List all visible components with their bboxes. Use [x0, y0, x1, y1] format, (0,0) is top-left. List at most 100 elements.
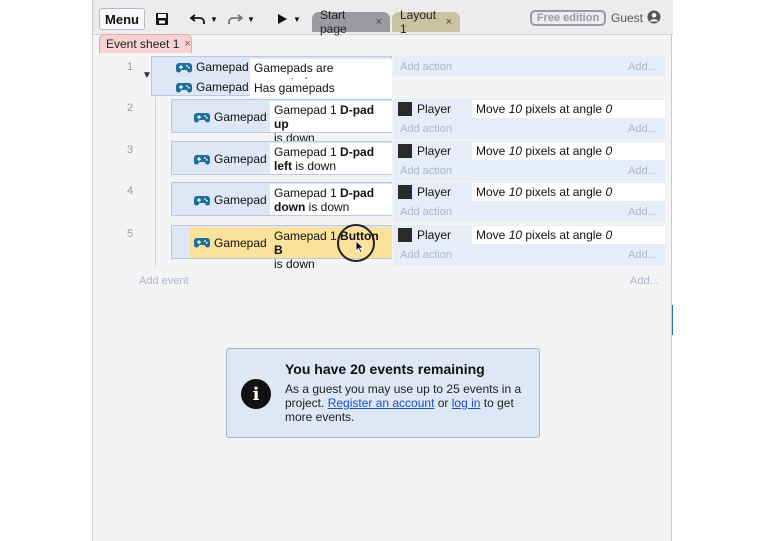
object-name: Gamepad [214, 193, 267, 207]
condition-object[interactable]: Gamepad [194, 193, 267, 207]
add-action-link[interactable]: Add action [400, 249, 452, 261]
condition-object[interactable]: Gamepad [176, 80, 249, 94]
action-pre: Move [476, 228, 509, 242]
notice-body: As a guest you may use up to 25 events i… [285, 382, 533, 424]
event-2-conditions[interactable]: Gamepad Gamepad 1 D-pad up is down [171, 99, 392, 145]
object-name: Player [417, 102, 452, 116]
event-3-conditions[interactable]: Gamepad Gamepad 1 D-pad left is down [171, 141, 392, 175]
main-toolbar: Menu ▼ ▼ ▼ Start page × Layout 1 × Free … [93, 0, 673, 36]
add-action-link[interactable]: Add action [400, 165, 452, 177]
condition-pre: Gamepad 1 [274, 186, 341, 200]
add-action-link[interactable]: Add action [400, 123, 452, 135]
action-mid: pixels at angle [522, 102, 606, 116]
event-number: 4 [127, 185, 134, 197]
register-link[interactable]: Register an account [328, 396, 435, 410]
user-label[interactable]: Guest [611, 11, 643, 25]
condition-bold: D-pad [340, 186, 375, 200]
condition-object[interactable]: Gamepad [190, 227, 269, 258]
redo-dropdown-icon[interactable]: ▼ [247, 8, 255, 30]
player-sprite-icon [398, 102, 412, 116]
condition-bold: down [274, 200, 306, 214]
action-pre: Move [476, 102, 509, 116]
gamepad-icon [194, 112, 210, 122]
action-object[interactable]: Player [398, 185, 451, 199]
condition-text[interactable]: Gamepad 1 D-pad up is down [270, 101, 392, 145]
tab-event-sheet-1[interactable]: Event sheet 1 × [99, 34, 192, 53]
add-action-link[interactable]: Add action [400, 206, 452, 218]
add-right-link[interactable]: Add... [628, 249, 657, 261]
action-mid: pixels at angle [522, 228, 606, 242]
event-number: 5 [127, 228, 134, 240]
gamepad-icon [194, 154, 210, 164]
add-right-link[interactable]: Add... [628, 206, 657, 218]
condition-text[interactable]: Gamepad 1 D-pad left is down [270, 143, 392, 174]
condition-post: is down [274, 257, 315, 271]
event-number: 3 [127, 144, 134, 156]
add-action-link[interactable]: Add action [400, 61, 452, 73]
notice-title: You have 20 events remaining [285, 361, 485, 377]
event-1-conditions[interactable]: Gamepad Gamepads are supported Gamepad H… [151, 56, 392, 97]
event-number: 2 [127, 102, 134, 114]
user-avatar-icon[interactable] [647, 10, 661, 24]
condition-bold: left [274, 159, 292, 173]
action-text[interactable]: Move 10 pixels at angle 0 [472, 226, 665, 244]
undo-dropdown-icon[interactable]: ▼ [210, 8, 218, 30]
close-icon[interactable]: × [446, 16, 452, 28]
event-sheet: 1 ▼ Gamepad Gamepads are supported Gamep… [93, 53, 673, 288]
action-value: 10 [508, 102, 523, 116]
condition-object[interactable]: Gamepad [194, 152, 267, 166]
add-right-link[interactable]: Add... [628, 61, 657, 73]
login-link[interactable]: log in [452, 396, 481, 410]
object-name: Gamepad [214, 152, 267, 166]
gamepad-icon [176, 62, 192, 72]
player-sprite-icon [398, 144, 412, 158]
close-icon[interactable]: × [184, 38, 190, 50]
condition-text[interactable]: Has gamepads [250, 79, 392, 97]
action-text[interactable]: Move 10 pixels at angle 0 [472, 100, 665, 118]
object-name: Gamepad [196, 60, 249, 74]
condition-text[interactable]: Gamepad 1 D-pad down is down [270, 184, 392, 215]
condition-object[interactable]: Gamepad [194, 110, 267, 124]
action-object[interactable]: Player [398, 228, 451, 242]
action-value: 10 [508, 144, 523, 158]
condition-pre: Gamepad 1 [274, 145, 341, 159]
play-dropdown-icon[interactable]: ▼ [293, 8, 301, 30]
player-sprite-icon [398, 228, 412, 242]
tab-start-page[interactable]: Start page × [312, 8, 390, 36]
condition-object[interactable]: Gamepad [176, 60, 249, 74]
close-icon[interactable]: × [376, 16, 382, 28]
mouse-cursor-icon [355, 240, 365, 259]
tab-layout-1[interactable]: Layout 1 × [392, 8, 460, 36]
condition-bold: D-pad [340, 145, 375, 159]
action-value: 10 [508, 185, 523, 199]
event-number: 1 [127, 61, 134, 73]
tab-label: Start page [320, 8, 347, 36]
action-object[interactable]: Player [398, 102, 451, 116]
action-mid: pixels at angle [522, 144, 606, 158]
action-text[interactable]: Move 10 pixels at angle 0 [472, 183, 665, 201]
action-pre: Move [476, 185, 509, 199]
action-value: 10 [508, 228, 523, 242]
edition-badge[interactable]: Free edition [530, 10, 606, 26]
redo-icon[interactable] [224, 8, 246, 30]
add-right-link[interactable]: Add... [628, 123, 657, 135]
action-text[interactable]: Move 10 pixels at angle 0 [472, 142, 665, 160]
object-name: Gamepad [214, 235, 267, 250]
add-event-right-link[interactable]: Add... [630, 275, 659, 287]
object-name: Gamepad [214, 110, 267, 124]
action-angle: 0 [605, 228, 613, 242]
add-right-link[interactable]: Add... [628, 165, 657, 177]
notice-text: or [434, 396, 452, 410]
action-angle: 0 [605, 102, 613, 116]
menu-button[interactable]: Menu [99, 8, 145, 30]
condition-pre: Gamepad 1 [274, 229, 341, 243]
save-icon[interactable] [151, 8, 173, 30]
play-icon[interactable] [271, 8, 293, 30]
event-4-conditions[interactable]: Gamepad Gamepad 1 D-pad down is down [171, 182, 392, 216]
action-object[interactable]: Player [398, 144, 451, 158]
action-mid: pixels at angle [522, 185, 606, 199]
action-pre: Move [476, 144, 509, 158]
add-event-link[interactable]: Add event [139, 275, 189, 287]
undo-icon[interactable] [187, 8, 209, 30]
gamepad-icon [194, 238, 210, 248]
